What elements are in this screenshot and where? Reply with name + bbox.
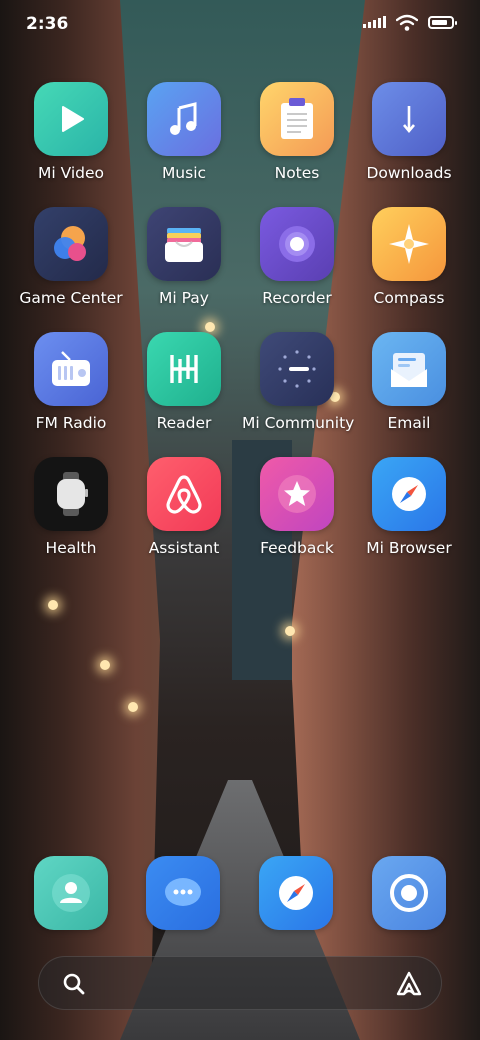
battery-fill <box>432 20 448 25</box>
play-icon <box>34 82 108 156</box>
app-label: Notes <box>274 164 320 182</box>
search-icon[interactable] <box>61 971 87 997</box>
compass-star-icon <box>372 207 446 281</box>
app-label: Email <box>387 414 431 432</box>
app-label: Health <box>45 539 97 557</box>
app-label: Music <box>161 164 207 182</box>
browser-needle-icon[interactable] <box>259 856 333 930</box>
contacts-person-icon[interactable] <box>34 856 108 930</box>
app-downloads[interactable]: Downloads <box>354 82 464 202</box>
camera-lens-icon[interactable] <box>372 856 446 930</box>
app-music[interactable]: Music <box>129 82 239 202</box>
app-assistant[interactable]: Assistant <box>129 457 239 577</box>
status-bar: 2:36 <box>0 0 480 52</box>
app-label: Feedback <box>260 539 334 557</box>
music-note-icon <box>147 82 221 156</box>
cellular-signal-icon <box>363 16 386 28</box>
wallpaper-lamp <box>128 702 138 712</box>
messages-bubble-icon[interactable] <box>146 856 220 930</box>
app-label: Game Center <box>19 289 123 307</box>
radio-icon <box>34 332 108 406</box>
wallpaper-lamp <box>285 626 295 636</box>
notepad-icon <box>260 82 334 156</box>
watch-icon <box>34 457 108 531</box>
app-reader[interactable]: Reader <box>129 332 239 452</box>
community-dial-icon <box>260 332 334 406</box>
status-time: 2:36 <box>26 14 69 34</box>
record-circle-icon <box>260 207 334 281</box>
app-game-center[interactable]: Game Center <box>16 207 126 327</box>
assistant-logo-icon[interactable] <box>395 970 423 998</box>
dock <box>0 856 480 936</box>
app-feedback[interactable]: Feedback <box>242 457 352 577</box>
app-label: FM Radio <box>35 414 107 432</box>
app-label: Mi Video <box>37 164 105 182</box>
app-mi-video[interactable]: Mi Video <box>16 82 126 202</box>
app-label: Compass <box>373 289 445 307</box>
app-label: Mi Community <box>242 414 355 432</box>
airbnb-logo-icon <box>147 457 221 531</box>
wifi-icon <box>396 14 418 31</box>
app-email[interactable]: Email <box>354 332 464 452</box>
app-label: Mi Pay <box>159 289 209 307</box>
wallpaper-lamp <box>48 600 58 610</box>
search-bar[interactable] <box>38 956 442 1010</box>
battery-icon <box>428 16 457 29</box>
game-bubbles-icon <box>34 207 108 281</box>
app-label: Assistant <box>148 539 220 557</box>
app-label: Recorder <box>262 289 332 307</box>
app-label: Downloads <box>366 164 452 182</box>
envelope-icon <box>372 332 446 406</box>
star-icon <box>260 457 334 531</box>
book-h-icon <box>147 332 221 406</box>
app-health[interactable]: Health <box>16 457 126 577</box>
app-mi-community[interactable]: Mi Community <box>242 332 355 452</box>
app-fm-radio[interactable]: FM Radio <box>16 332 126 452</box>
download-arrow-icon <box>372 82 446 156</box>
app-compass[interactable]: Compass <box>354 207 464 327</box>
app-recorder[interactable]: Recorder <box>242 207 352 327</box>
app-notes[interactable]: Notes <box>242 82 352 202</box>
app-mi-pay[interactable]: Mi Pay <box>129 207 239 327</box>
app-label: Mi Browser <box>366 539 452 557</box>
compass-needle-icon <box>372 457 446 531</box>
app-label: Reader <box>156 414 212 432</box>
wallet-icon <box>147 207 221 281</box>
app-mi-browser[interactable]: Mi Browser <box>354 457 464 577</box>
wallpaper-lamp <box>100 660 110 670</box>
